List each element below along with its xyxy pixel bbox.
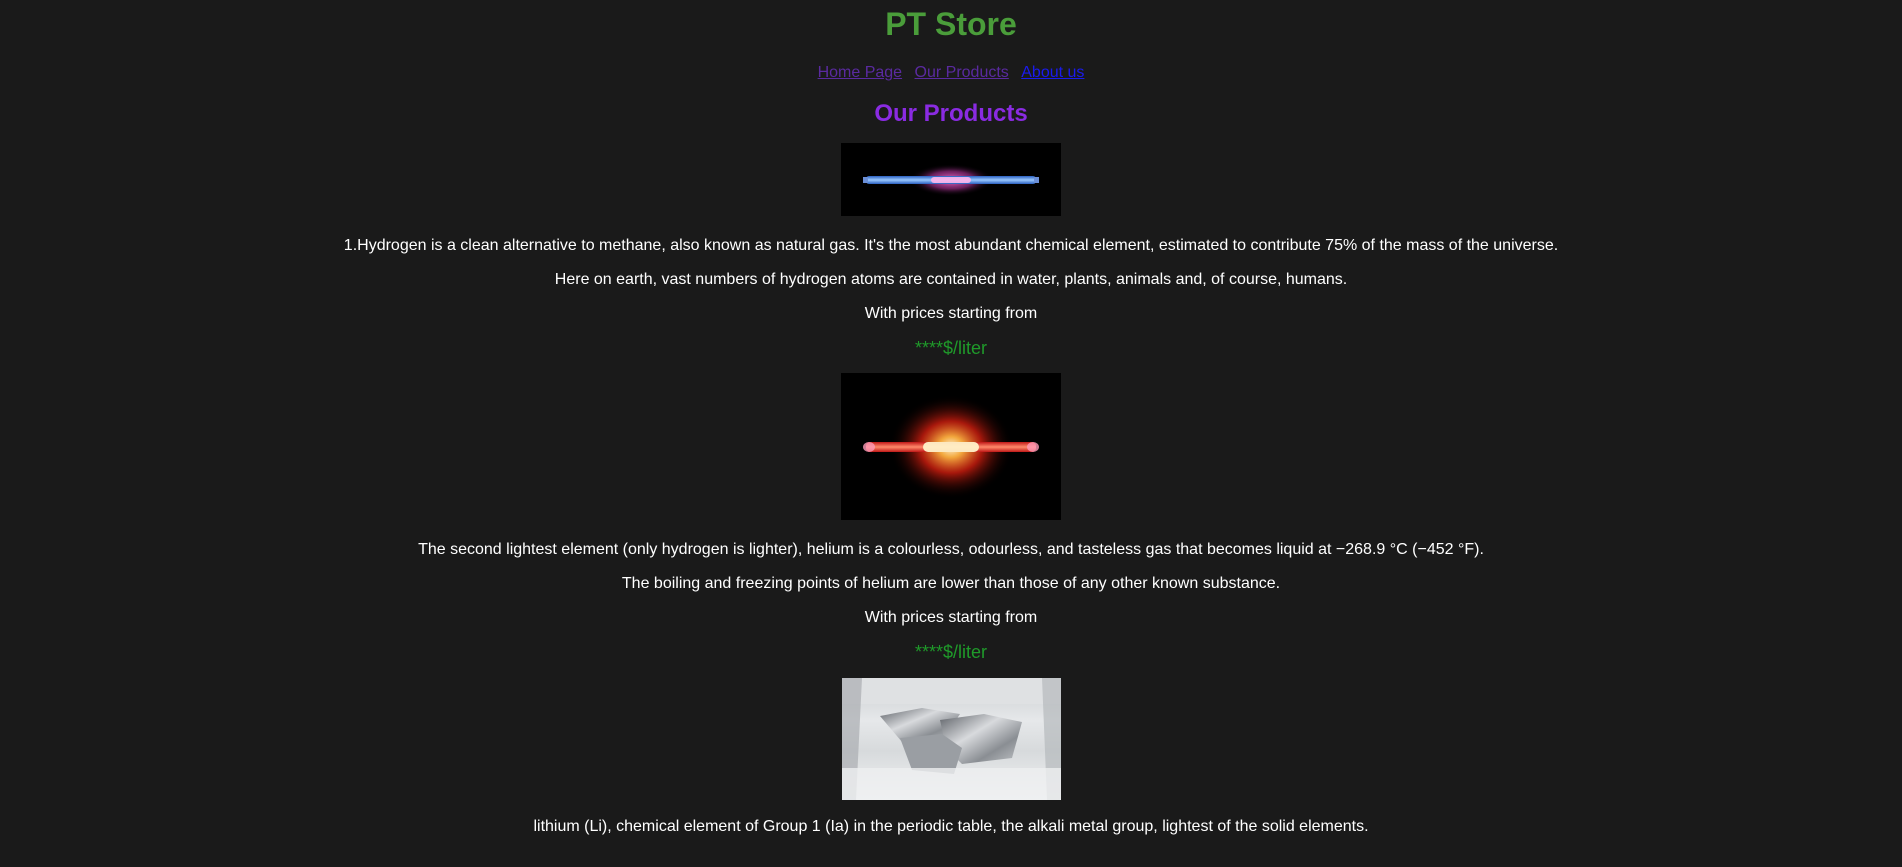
product-description-line: The boiling and freezing points of heliu… <box>621 575 1281 592</box>
nav-link-products[interactable]: Our Products <box>915 64 1009 81</box>
product-description-line: lithium (Li), chemical element of Group … <box>533 818 1369 835</box>
product-description-line: The second lightest element (only hydrog… <box>418 541 1484 558</box>
product-lithium: lithium (Li), chemical element of Group … <box>0 678 1902 837</box>
product-description-line: Here on earth, vast numbers of hydrogen … <box>554 271 1348 288</box>
price-intro-text: With prices starting from <box>864 305 1038 322</box>
product-hydrogen: 1.Hydrogen is a clean alternative to met… <box>0 143 1902 359</box>
nav-link-about[interactable]: About us <box>1021 64 1084 81</box>
helium-discharge-tube-image <box>841 373 1061 520</box>
hydrogen-discharge-tube-image <box>841 143 1061 216</box>
lithium-metal-image <box>841 678 1061 800</box>
site-title: PT Store <box>885 6 1017 42</box>
section-title: Our Products <box>874 100 1028 127</box>
product-description-line: 1.Hydrogen is a clean alternative to met… <box>343 237 1559 254</box>
top-nav: Home Page Our Products About us <box>0 63 1902 83</box>
price-intro-text: With prices starting from <box>864 609 1038 626</box>
price-text: ****$/liter <box>914 642 988 662</box>
product-helium: The second lightest element (only hydrog… <box>0 373 1902 663</box>
page: PT Store Home Page Our Products About us… <box>0 0 1902 867</box>
nav-link-home[interactable]: Home Page <box>818 64 903 81</box>
price-text: ****$/liter <box>914 338 988 358</box>
